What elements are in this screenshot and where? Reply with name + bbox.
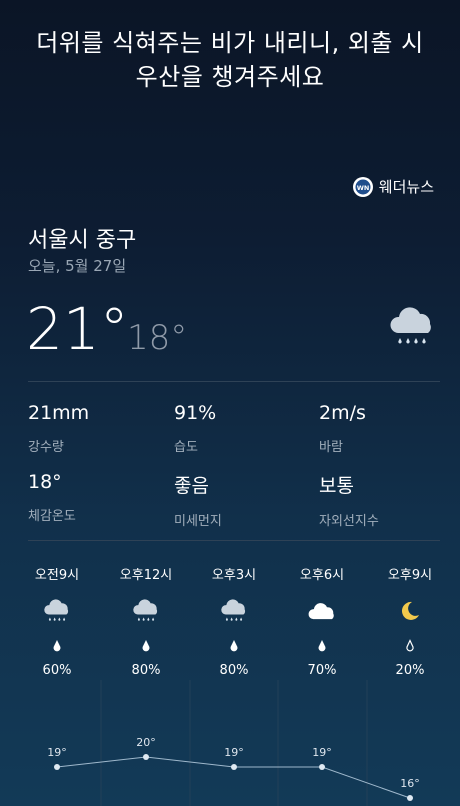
stat-wind: 2m/s 바람 [319,402,366,455]
temperature-point [407,795,413,801]
stat-fine-dust: 좋음 미세먼지 [174,471,222,529]
headline-line-2: 우산을 챙겨주세요 [135,63,325,91]
hourly-item: 오후6시 70% [282,564,362,678]
divider [28,540,440,541]
temperature-point [319,764,325,770]
brand-name: 웨더뉴스 [378,178,434,196]
hourly-item: 오후3시 80% [194,564,274,678]
low-temperature: 18° [127,318,188,358]
temperature-label: 19° [47,746,67,759]
cloud-rain-icon [17,593,97,629]
raindrop-icon [106,639,186,655]
raindrop-outline-icon [370,639,450,655]
stat-humidity: 91% 습도 [174,402,216,455]
stat-value: 91% [174,402,217,424]
stat-value: 21mm [28,402,90,424]
stat-label: 바람 [319,440,343,455]
location-name[interactable]: 서울시 중구 [28,222,136,254]
current-temperature: 21° [26,295,129,363]
stat-label: 체감온도 [28,509,76,524]
hourly-item: 오후9시 20% [370,564,450,678]
stat-value: 2m/s [319,402,366,424]
raindrop-icon [17,639,97,655]
hourly-time: 오후12시 [119,568,173,583]
hourly-time: 오후6시 [299,568,345,583]
hourly-time: 오후3시 [211,568,257,583]
temperature-point [54,764,60,770]
cloud-rain-icon [388,305,436,353]
divider [28,381,440,382]
hourly-precipitation: 70% [307,663,337,678]
svg-text:WN: WN [356,184,369,192]
temperature-label: 16° [400,777,420,790]
cloud-rain-icon [194,593,274,629]
hourly-time: 오전9시 [34,568,80,583]
stat-uv-index: 보통 자외선지수 [319,471,379,529]
headline-line-1: 더위를 식혀주는 비가 내리니, 외출 시 [36,29,424,57]
stat-value: 18° [28,471,62,493]
temperature-label: 19° [224,746,244,759]
stat-value: 좋음 [174,475,209,497]
raindrop-icon [282,639,362,655]
cloud-rain-icon [106,593,186,629]
stat-value: 보통 [319,475,354,497]
hourly-precipitation: 80% [131,663,161,678]
cloud-icon [282,593,362,629]
temperature-label: 19° [312,746,332,759]
stat-precipitation: 21mm 강수량 [28,402,89,455]
brand[interactable]: WN 웨더뉴스 [352,176,434,197]
hourly-temperature-graph: 19° 20° 19° 19° 16° [47,680,420,806]
weathernews-logo-icon: WN [352,176,373,197]
stat-label: 자외선지수 [319,514,379,529]
hourly-precipitation: 60% [42,663,72,678]
hourly-time: 오후9시 [387,568,433,583]
headline: 더위를 식혀주는 비가 내리니, 외출 시 우산을 챙겨주세요 [0,26,460,94]
date-label: 오늘, 5월 27일 [28,257,127,275]
temperature-point [231,764,237,770]
raindrop-icon [194,639,274,655]
hourly-precipitation: 80% [219,663,249,678]
hourly-item: 오후12시 80% [106,564,186,678]
stat-label: 미세먼지 [174,514,222,529]
hourly-precipitation: 20% [395,663,425,678]
temperature-line [56,756,411,799]
temperature-label: 20° [136,736,156,749]
stat-feels-like: 18° 체감온도 [28,471,76,524]
stat-label: 강수량 [28,440,64,455]
moon-icon [370,593,450,629]
temperature-point [143,754,149,760]
hourly-item: 오전9시 60% [17,564,97,678]
stat-label: 습도 [174,440,198,455]
